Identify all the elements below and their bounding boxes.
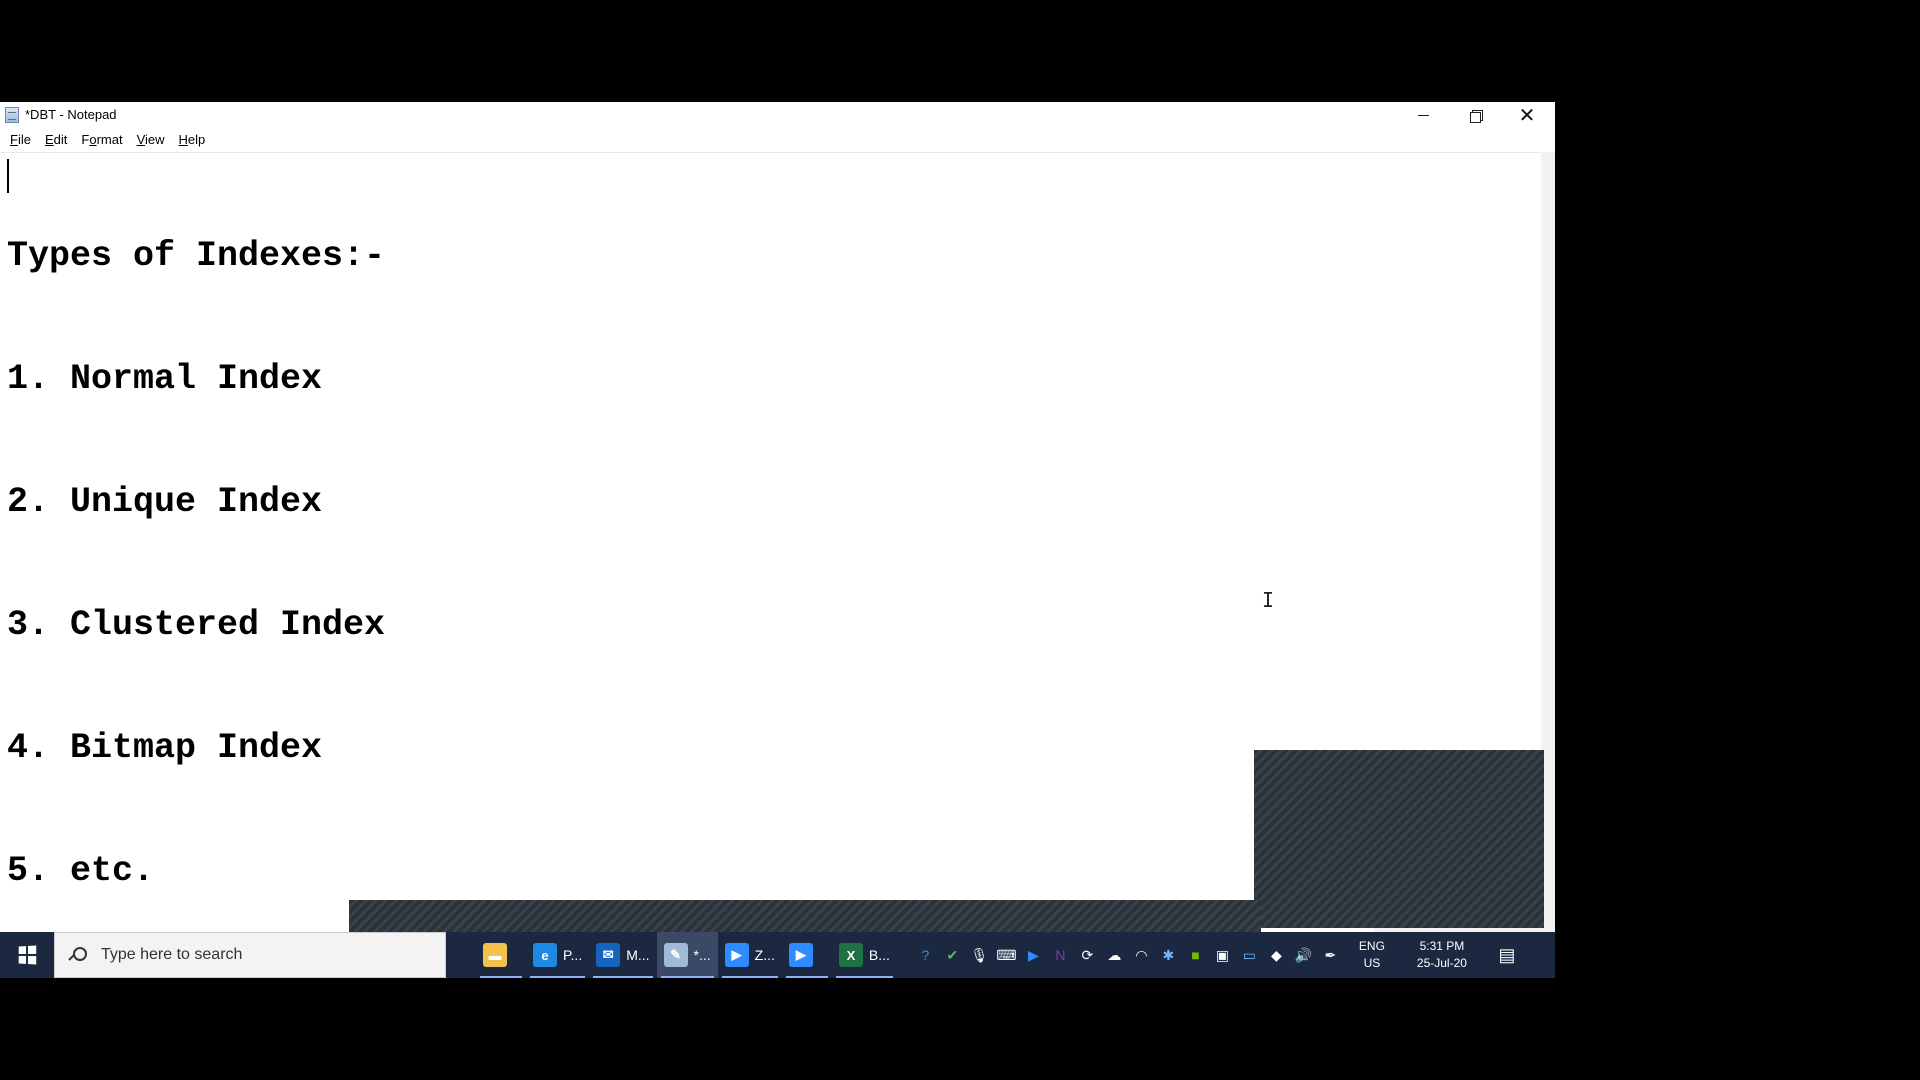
title-bar[interactable]: *DBT - Notepad ✕ <box>0 102 1555 128</box>
close-button[interactable]: ✕ <box>1501 102 1553 128</box>
taskbar-apps: ▬ e P... ✉ M... ✎ *... ▶ Z... ▶ X B... <box>476 932 897 978</box>
notification-icon: ▤ <box>1498 944 1516 965</box>
shield-icon[interactable]: ✔ <box>942 945 963 966</box>
document-line: 4. Bitmap Index <box>7 728 323 768</box>
camera-icon[interactable]: ▶ <box>1023 945 1044 966</box>
menu-format[interactable]: Format <box>74 130 129 149</box>
screen-capture: *DBT - Notepad ✕ File Edit Format View H… <box>0 102 1555 978</box>
system-tray: ? ✔ 🎙 ⌨ ▶ N ⟳ ☁ ◠ ✱ ■ ▣ ▭ ◆ 🔊 ✒ <box>915 932 1341 978</box>
document-text: Types of Indexes:- 1. Normal Index 2. Un… <box>7 154 385 974</box>
mail-icon: ✉ <box>596 943 621 967</box>
taskbar-app-file-explorer[interactable]: ▬ <box>476 932 526 978</box>
microphone-icon[interactable]: 🎙 <box>969 945 990 966</box>
file-explorer-icon: ▬ <box>483 943 507 967</box>
clock-date: 25-Jul-20 <box>1416 956 1467 970</box>
ibeam-cursor-icon: I <box>1262 588 1275 612</box>
excel-icon: X <box>838 943 863 967</box>
document-line: Types of Indexes:- <box>7 236 386 276</box>
search-icon <box>69 947 87 963</box>
zoom-icon: ▶ <box>788 943 813 967</box>
menu-bar: File Edit Format View Help <box>0 128 1555 150</box>
document-line: 3. Clustered Index <box>7 605 386 645</box>
taskbar-app-zoom[interactable]: ▶ <box>782 932 832 978</box>
notepad-icon: ✎ <box>663 943 688 967</box>
menu-help[interactable]: Help <box>172 130 213 149</box>
bluetooth-icon[interactable]: ✱ <box>1158 945 1179 966</box>
taskbar-app-zoom-meeting[interactable]: ▶ Z... <box>718 932 782 978</box>
app-icon[interactable]: ◆ <box>1266 945 1287 966</box>
wifi-icon[interactable]: ◠ <box>1131 945 1152 966</box>
notification-center-button[interactable]: ▤ <box>1489 932 1525 978</box>
language-indicator[interactable]: ENG US <box>1351 938 1393 972</box>
menu-view[interactable]: View <box>130 130 172 149</box>
screen-overlay-strip <box>349 900 1261 932</box>
onenote-icon[interactable]: N <box>1050 945 1071 966</box>
clock-time: 5:31 PM <box>1419 939 1465 953</box>
cloud-icon[interactable]: ☁ <box>1104 945 1125 966</box>
taskbar-app-notepad[interactable]: ✎ *... <box>656 932 718 978</box>
storage-icon[interactable]: ▣ <box>1212 945 1233 966</box>
taskbar-app-edge[interactable]: e P... <box>526 932 589 978</box>
menu-file[interactable]: File <box>3 130 38 149</box>
volume-icon[interactable]: 🔊 <box>1293 945 1314 966</box>
taskbar-app-label: B... <box>868 947 890 963</box>
zoom-meeting-icon: ▶ <box>724 943 749 967</box>
clock[interactable]: 5:31 PM 25-Jul-20 <box>1405 938 1479 972</box>
window-title: *DBT - Notepad <box>25 107 117 122</box>
restore-button[interactable] <box>1449 102 1501 128</box>
taskbar-app-mail[interactable]: ✉ M... <box>589 932 656 978</box>
windows-logo-icon <box>18 945 37 965</box>
document-line: 2. Unique Index <box>7 482 323 522</box>
taskbar-app-label: *... <box>693 947 711 963</box>
sync-icon[interactable]: ⟳ <box>1077 945 1098 966</box>
taskbar-search-box[interactable]: Type here to search <box>54 932 446 978</box>
text-caret <box>7 159 9 193</box>
close-icon: ✕ <box>1518 104 1536 127</box>
nvidia-icon[interactable]: ■ <box>1185 945 1206 966</box>
taskbar-app-label: P... <box>563 947 583 963</box>
help-icon[interactable]: ? <box>915 945 936 966</box>
start-button[interactable] <box>0 932 54 978</box>
document-line: 1. Normal Index <box>7 359 323 399</box>
restore-icon <box>1469 109 1483 123</box>
display-icon[interactable]: ▭ <box>1239 945 1260 966</box>
menu-edit[interactable]: Edit <box>38 130 74 149</box>
taskbar: Type here to search ▬ e P... ✉ M... ✎ *... ▶ Z..… <box>0 932 1555 978</box>
taskbar-app-excel[interactable]: X B... <box>832 932 897 978</box>
keyboard-icon[interactable]: ⌨ <box>996 945 1017 966</box>
taskbar-app-label: Z... <box>754 947 775 963</box>
screen-overlay-patch <box>1254 750 1544 928</box>
pen-icon[interactable]: ✒ <box>1320 945 1341 966</box>
minimize-icon <box>1417 114 1429 116</box>
search-placeholder: Type here to search <box>101 946 243 963</box>
notepad-icon <box>5 107 19 123</box>
document-line: 5. etc. <box>7 851 155 891</box>
edge-icon: e <box>533 943 557 967</box>
taskbar-app-label: M... <box>626 947 650 963</box>
minimize-button[interactable] <box>1397 102 1449 128</box>
